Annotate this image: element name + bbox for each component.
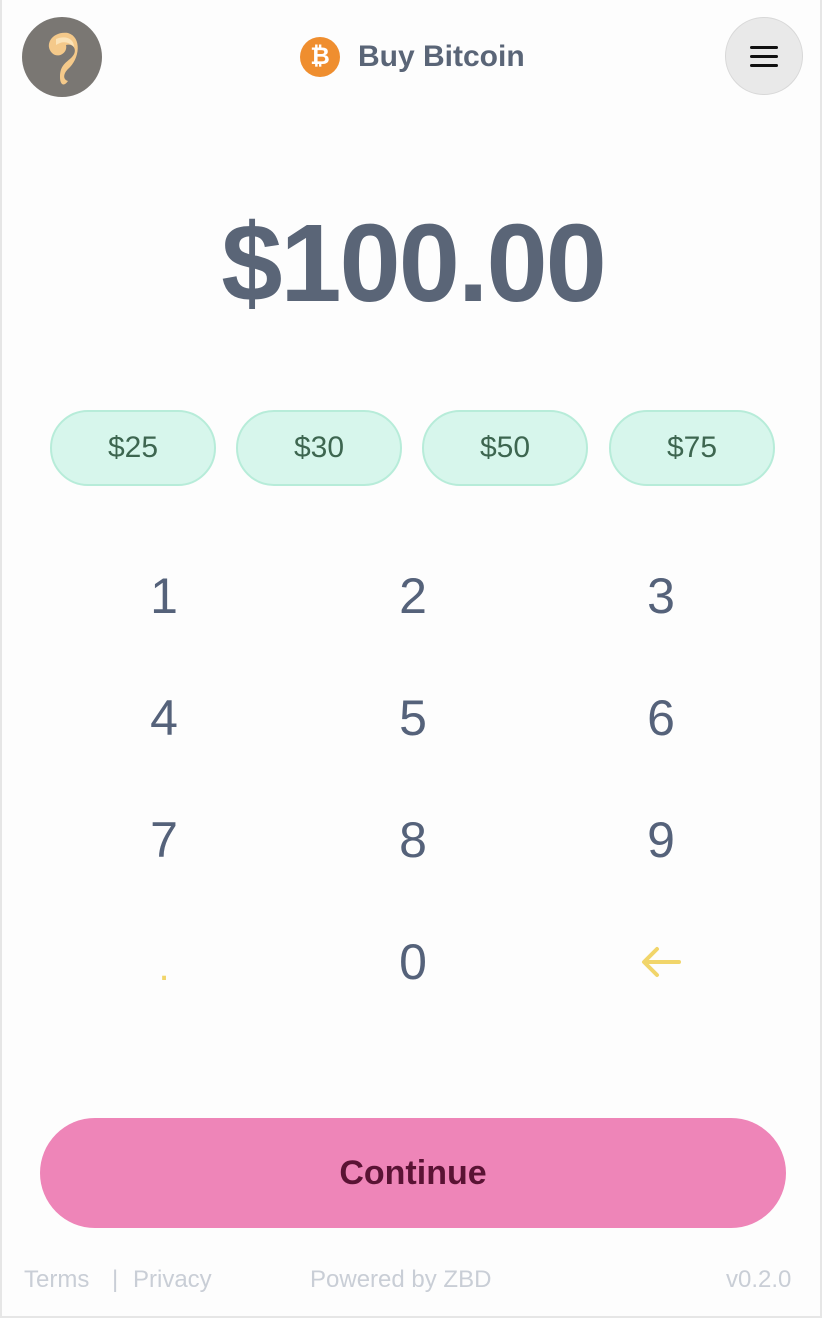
keypad-key-5[interactable]: 5 [313, 668, 513, 768]
version-text: v0.2.0 [726, 1266, 792, 1293]
menu-button[interactable] [725, 17, 803, 95]
privacy-link[interactable]: Privacy [133, 1266, 212, 1294]
quick-amount-button[interactable]: $50 [422, 410, 588, 486]
powered-by-text: Powered by ZBD [310, 1266, 492, 1293]
keypad-key-0[interactable]: 0 [313, 912, 513, 1012]
keypad-key-2[interactable]: 2 [313, 546, 513, 646]
keypad-key-3[interactable]: 3 [561, 546, 761, 646]
footer-separator: | [112, 1266, 119, 1293]
terms-link[interactable]: Terms [24, 1266, 89, 1294]
keypad-key-8[interactable]: 8 [313, 790, 513, 890]
quick-amount-button[interactable]: $25 [50, 410, 216, 486]
keypad-key-4[interactable]: 4 [64, 668, 264, 768]
bitcoin-icon: ₿ [300, 37, 340, 77]
keypad-key-9[interactable]: 9 [561, 790, 761, 890]
hamburger-menu-icon [750, 45, 778, 49]
keypad-key-decimal[interactable]: . [64, 912, 264, 1012]
keypad-key-1[interactable]: 1 [64, 546, 264, 646]
quick-amount-button[interactable]: $30 [236, 410, 402, 486]
amount-display: $100.00 [221, 202, 607, 325]
page-title: Buy Bitcoin [358, 40, 525, 73]
arrow-left-icon [642, 947, 681, 977]
backspace-button[interactable] [561, 912, 761, 1012]
brand-logo[interactable] [22, 17, 102, 97]
keypad-key-6[interactable]: 6 [561, 668, 761, 768]
continue-button[interactable]: Continue [40, 1118, 786, 1228]
header-title-group: ₿ Buy Bitcoin [300, 37, 525, 77]
quick-amount-button[interactable]: $75 [609, 410, 775, 486]
app-frame: ₿ Buy Bitcoin $100.00 $25 $30 $50 $75 1 … [0, 0, 822, 1318]
keypad-key-7[interactable]: 7 [64, 790, 264, 890]
